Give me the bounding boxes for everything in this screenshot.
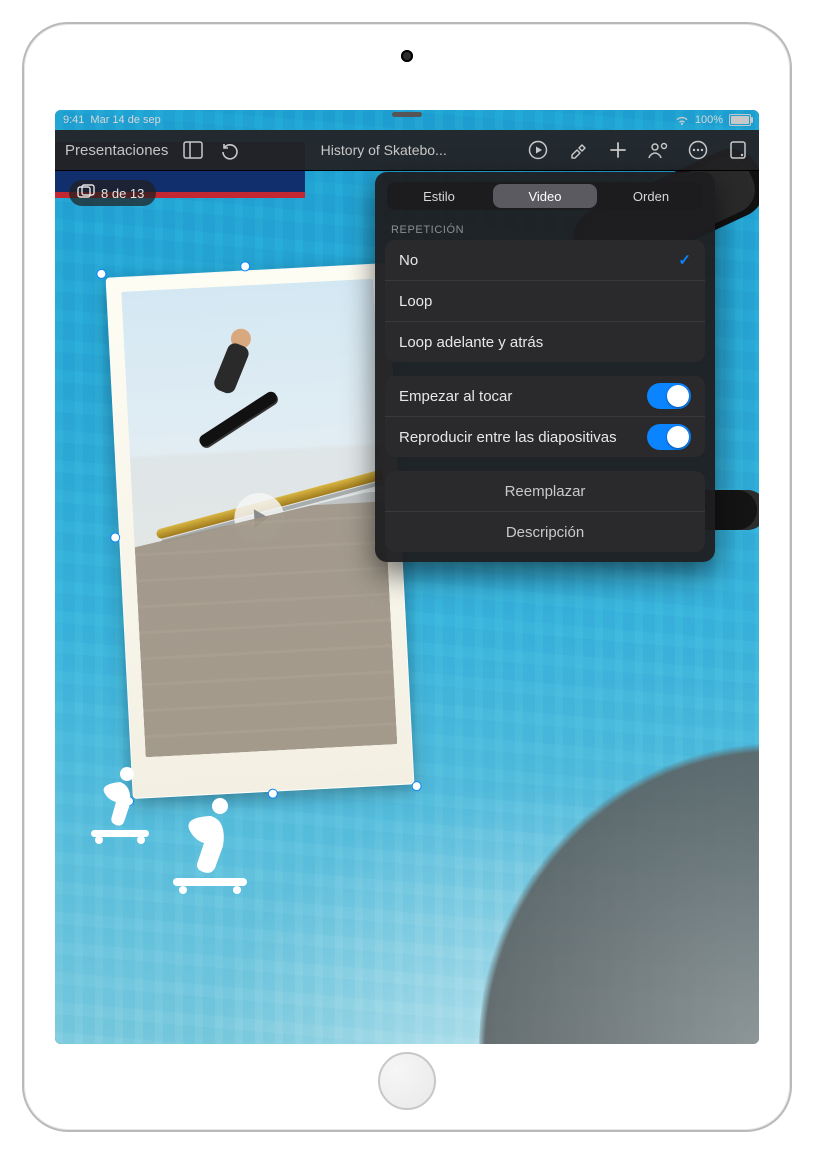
action-label: Descripción xyxy=(506,524,584,541)
collaborate-icon[interactable] xyxy=(647,139,669,161)
switch-on-icon[interactable] xyxy=(647,424,691,450)
wifi-icon xyxy=(675,114,689,126)
repetition-option-loop-back-forth[interactable]: Loop adelante y atrás xyxy=(385,321,705,362)
ipad-device: 9:41 Mar 14 de sep 100% Presentaciones xyxy=(0,0,814,1154)
home-button[interactable] xyxy=(378,1052,436,1110)
undo-icon[interactable] xyxy=(218,139,240,161)
tab-order[interactable]: Orden xyxy=(599,182,703,210)
slide-navigator-icon[interactable] xyxy=(182,139,204,161)
resize-handle[interactable] xyxy=(268,788,279,799)
slide-counter-badge[interactable]: 8 de 13 xyxy=(69,180,156,206)
resize-handle[interactable] xyxy=(110,532,121,543)
tab-style[interactable]: Estilo xyxy=(387,182,491,210)
inspector-tabs: Estilo Video Orden xyxy=(387,182,703,210)
status-time: 9:41 xyxy=(63,114,84,126)
repetition-section-label: REPETICIÓN xyxy=(375,216,715,240)
media-description-button[interactable]: Descripción xyxy=(385,511,705,552)
toggle-label: Empezar al tocar xyxy=(399,388,512,405)
resize-handle[interactable] xyxy=(96,269,107,280)
replace-media-button[interactable]: Reemplazar xyxy=(385,471,705,511)
playback-toggles-list: Empezar al tocar Reproducir entre las di… xyxy=(385,376,705,457)
battery-icon xyxy=(729,114,751,126)
format-brush-icon[interactable] xyxy=(567,139,589,161)
front-camera xyxy=(401,50,413,62)
media-actions-list: Reemplazar Descripción xyxy=(385,471,705,552)
repetition-option-none[interactable]: No ✓ xyxy=(385,240,705,280)
slide-counter-text: 8 de 13 xyxy=(101,186,144,201)
document-title[interactable]: History of Skatebo... xyxy=(321,142,447,158)
skater-silhouette-icon xyxy=(165,794,255,894)
ramp-decoration xyxy=(479,694,759,1044)
skater-silhouette-icon xyxy=(85,764,155,844)
checkmark-icon: ✓ xyxy=(678,251,691,269)
tab-video[interactable]: Video xyxy=(493,184,597,208)
option-label: Loop xyxy=(399,293,432,310)
more-icon[interactable] xyxy=(687,139,709,161)
selection-handles[interactable] xyxy=(101,259,416,801)
play-presentation-icon[interactable] xyxy=(527,139,549,161)
add-icon[interactable] xyxy=(607,139,629,161)
status-date: Mar 14 de sep xyxy=(90,114,160,126)
app-toolbar: Presentaciones History of Skatebo... xyxy=(55,130,759,171)
slides-icon xyxy=(77,184,95,203)
toggle-start-on-tap[interactable]: Empezar al tocar xyxy=(385,376,705,416)
option-label: No xyxy=(399,252,418,269)
action-label: Reemplazar xyxy=(505,483,586,500)
multitask-indicator[interactable] xyxy=(392,112,422,117)
battery-percent: 100% xyxy=(695,114,723,126)
switch-on-icon[interactable] xyxy=(647,383,691,409)
repetition-options-list: No ✓ Loop Loop adelante y atrás xyxy=(385,240,705,362)
presenter-notes-icon[interactable] xyxy=(727,139,749,161)
toggle-label: Reproducir entre las diapositivas xyxy=(399,429,617,446)
resize-handle[interactable] xyxy=(240,261,251,272)
toggle-play-across-slides[interactable]: Reproducir entre las diapositivas xyxy=(385,416,705,457)
screen: 9:41 Mar 14 de sep 100% Presentaciones xyxy=(55,110,759,1044)
status-bar: 9:41 Mar 14 de sep 100% xyxy=(55,110,759,130)
back-to-presentations-button[interactable]: Presentaciones xyxy=(65,142,168,159)
repetition-option-loop[interactable]: Loop xyxy=(385,280,705,321)
resize-handle[interactable] xyxy=(411,781,422,792)
format-inspector-popover: Estilo Video Orden REPETICIÓN No ✓ Loop … xyxy=(375,172,715,562)
option-label: Loop adelante y atrás xyxy=(399,334,543,351)
